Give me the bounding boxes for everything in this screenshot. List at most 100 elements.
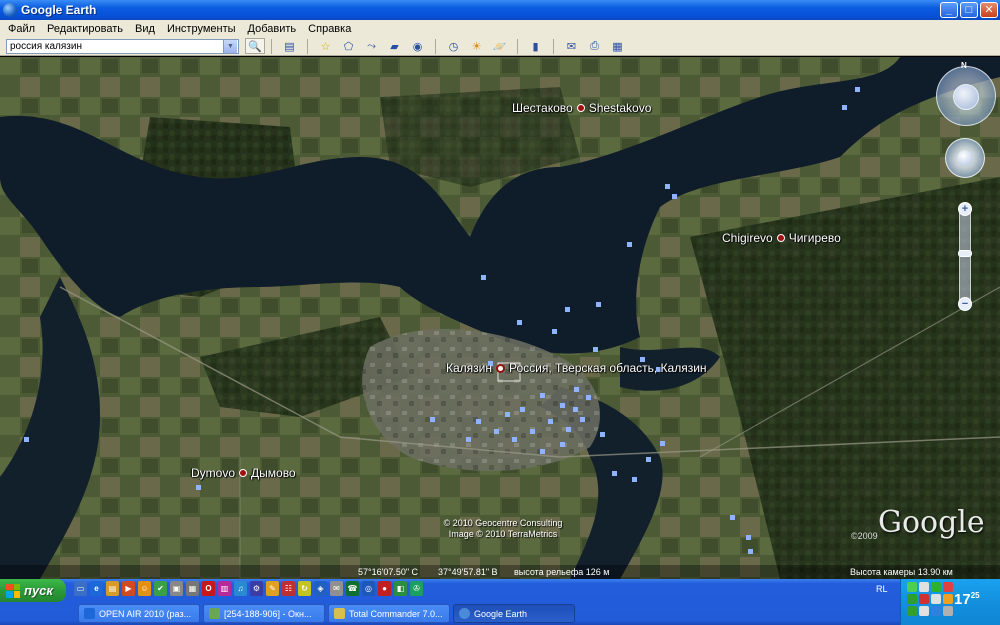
app-icon[interactable]: ▦ bbox=[186, 581, 199, 596]
longitude-readout: 37°49'57.81" В bbox=[438, 567, 498, 577]
place-label-kalyazin[interactable]: Калязин Россия, Тверская область, Калязи… bbox=[446, 361, 707, 375]
zoom-in-button[interactable]: + bbox=[958, 202, 972, 216]
north-indicator[interactable]: N bbox=[961, 61, 967, 70]
clock-hours: 17 bbox=[954, 591, 971, 608]
app-icon[interactable]: ↻ bbox=[298, 581, 311, 596]
look-joystick-center-icon[interactable] bbox=[953, 84, 979, 110]
move-joystick-center-icon[interactable] bbox=[957, 150, 973, 166]
task-button-remote[interactable]: [254-188-906] - Окн... bbox=[203, 604, 325, 623]
app-tray-icon[interactable] bbox=[943, 606, 953, 616]
task-label: OPEN AIR 2010 (раз... bbox=[99, 608, 192, 619]
battery-icon[interactable] bbox=[919, 582, 929, 592]
app-icon[interactable]: ✎ bbox=[266, 581, 279, 596]
task-button-total-commander[interactable]: Total Commander 7.0... bbox=[328, 604, 450, 623]
desktop-icon[interactable]: ▭ bbox=[74, 581, 87, 596]
antivirus-icon[interactable] bbox=[943, 582, 953, 592]
app-icon[interactable]: ◈ bbox=[314, 581, 327, 596]
app-icon[interactable]: ◧ bbox=[394, 581, 407, 596]
task-button-ie[interactable]: OPEN AIR 2010 (раз... bbox=[78, 604, 200, 623]
ie-icon[interactable]: e bbox=[90, 581, 103, 596]
security-icon[interactable] bbox=[919, 594, 929, 604]
place-label-dymovo[interactable]: Dymovo Дымово bbox=[191, 466, 296, 480]
ie-icon bbox=[84, 608, 95, 619]
connection-icon[interactable] bbox=[907, 606, 917, 616]
menu-help[interactable]: Справка bbox=[302, 23, 357, 35]
toolbar-separator bbox=[271, 38, 272, 54]
place-name-ru: Дымово bbox=[251, 466, 296, 480]
search-go-button[interactable]: 🔍 bbox=[245, 38, 265, 54]
app-icon[interactable]: ♫ bbox=[234, 581, 247, 596]
image-overlay-icon[interactable]: ▰ bbox=[385, 38, 404, 54]
app-icon[interactable]: ✔ bbox=[154, 581, 167, 596]
windows-logo-icon bbox=[6, 583, 20, 598]
path-icon[interactable]: ⤳ bbox=[362, 38, 381, 54]
satellite-imagery bbox=[0, 57, 1000, 579]
zoom-slider-thumb[interactable] bbox=[958, 250, 972, 257]
place-name-en: Shestakovo bbox=[588, 101, 652, 115]
toolbar-separator bbox=[553, 38, 554, 54]
print-icon[interactable]: ⎙ bbox=[585, 38, 604, 54]
close-button[interactable]: ✕ bbox=[980, 2, 998, 18]
google-logo: Google bbox=[878, 505, 985, 540]
maximize-button[interactable]: □ bbox=[960, 2, 978, 18]
app-tray-icon[interactable] bbox=[943, 594, 953, 604]
app-icon[interactable]: ☷ bbox=[282, 581, 295, 596]
placemark-icon[interactable]: ☆ bbox=[316, 38, 335, 54]
search-result-pin-icon bbox=[496, 363, 505, 373]
messenger-tray-icon[interactable] bbox=[919, 606, 929, 616]
historical-imagery-icon[interactable]: ◷ bbox=[444, 38, 463, 54]
app-icon[interactable]: ▥ bbox=[218, 581, 231, 596]
task-label: Total Commander 7.0... bbox=[349, 608, 443, 619]
volume-icon[interactable] bbox=[907, 594, 917, 604]
place-label-shestakovo[interactable]: Шестаково Shestakovo bbox=[512, 101, 651, 115]
task-button-google-earth[interactable]: Google Earth bbox=[453, 604, 575, 623]
app-icon[interactable]: ☎ bbox=[346, 581, 359, 596]
app-icon[interactable]: ▣ bbox=[170, 581, 183, 596]
app-icon[interactable]: ● bbox=[378, 581, 391, 596]
opera-icon[interactable]: O bbox=[202, 581, 215, 596]
quick-launch: ▭ e ▤ ▶ ☺ ✔ ▣ ▦ O ▥ ♫ ⚙ ✎ ☷ ↻ ◈ ✉ ☎ ◎ ● … bbox=[74, 581, 423, 596]
menu-tools[interactable]: Инструменты bbox=[161, 23, 242, 35]
explorer-icon[interactable]: ▤ bbox=[106, 581, 119, 596]
menu-edit[interactable]: Редактировать bbox=[41, 23, 129, 35]
imagery-copyright: © 2010 Geocentre Consulting Image © 2010… bbox=[428, 518, 578, 540]
toolbar-separator bbox=[517, 38, 518, 54]
language-indicator[interactable]: RL bbox=[876, 584, 888, 594]
email-icon[interactable]: ✉ bbox=[562, 38, 581, 54]
media-icon[interactable]: ▶ bbox=[122, 581, 135, 596]
polygon-icon[interactable]: ⬠ bbox=[339, 38, 358, 54]
update-icon[interactable] bbox=[931, 594, 941, 604]
imagery-year: ©2009 bbox=[851, 531, 878, 541]
menu-file[interactable]: Файл bbox=[2, 23, 41, 35]
sidebar-toggle-icon[interactable]: ▤ bbox=[280, 38, 299, 54]
menu-add[interactable]: Добавить bbox=[242, 23, 303, 35]
menu-bar: Файл Редактировать Вид Инструменты Добав… bbox=[0, 20, 1000, 37]
title-bar: Google Earth _ □ ✕ bbox=[0, 0, 1000, 20]
view-in-maps-icon[interactable]: ▦ bbox=[608, 38, 627, 54]
record-tour-icon[interactable]: ◉ bbox=[408, 38, 427, 54]
network-icon[interactable] bbox=[931, 582, 941, 592]
app-icon[interactable]: ◎ bbox=[362, 581, 375, 596]
zoom-out-button[interactable]: − bbox=[958, 297, 972, 311]
app-icon[interactable]: ⚙ bbox=[250, 581, 263, 596]
ruler-icon[interactable]: ▮ bbox=[526, 38, 545, 54]
app-icon[interactable]: ✇ bbox=[410, 581, 423, 596]
place-name-en: Chigirevo bbox=[722, 231, 773, 245]
sunlight-icon[interactable]: ☀ bbox=[467, 38, 486, 54]
map-view[interactable]: Шестаково Shestakovo Chigirevo Чигирево … bbox=[0, 57, 1000, 579]
app-tray-icon[interactable] bbox=[931, 606, 941, 616]
signal-icon[interactable] bbox=[907, 582, 917, 592]
place-label-chigirevo[interactable]: Chigirevo Чигирево bbox=[722, 231, 841, 245]
clock-minutes: 25 bbox=[970, 591, 980, 600]
planets-icon[interactable]: 🪐 bbox=[490, 38, 509, 54]
search-dropdown-button[interactable]: ▼ bbox=[223, 39, 237, 53]
search-input[interactable] bbox=[7, 39, 223, 53]
messenger-icon[interactable]: ☺ bbox=[138, 581, 151, 596]
clock[interactable]: 1725 bbox=[954, 591, 980, 608]
zoom-slider[interactable] bbox=[959, 204, 971, 310]
menu-view[interactable]: Вид bbox=[129, 23, 161, 35]
task-label: [254-188-906] - Окн... bbox=[224, 608, 312, 619]
app-icon[interactable]: ✉ bbox=[330, 581, 343, 596]
minimize-button[interactable]: _ bbox=[940, 2, 958, 18]
start-button[interactable]: пуск bbox=[0, 579, 66, 602]
